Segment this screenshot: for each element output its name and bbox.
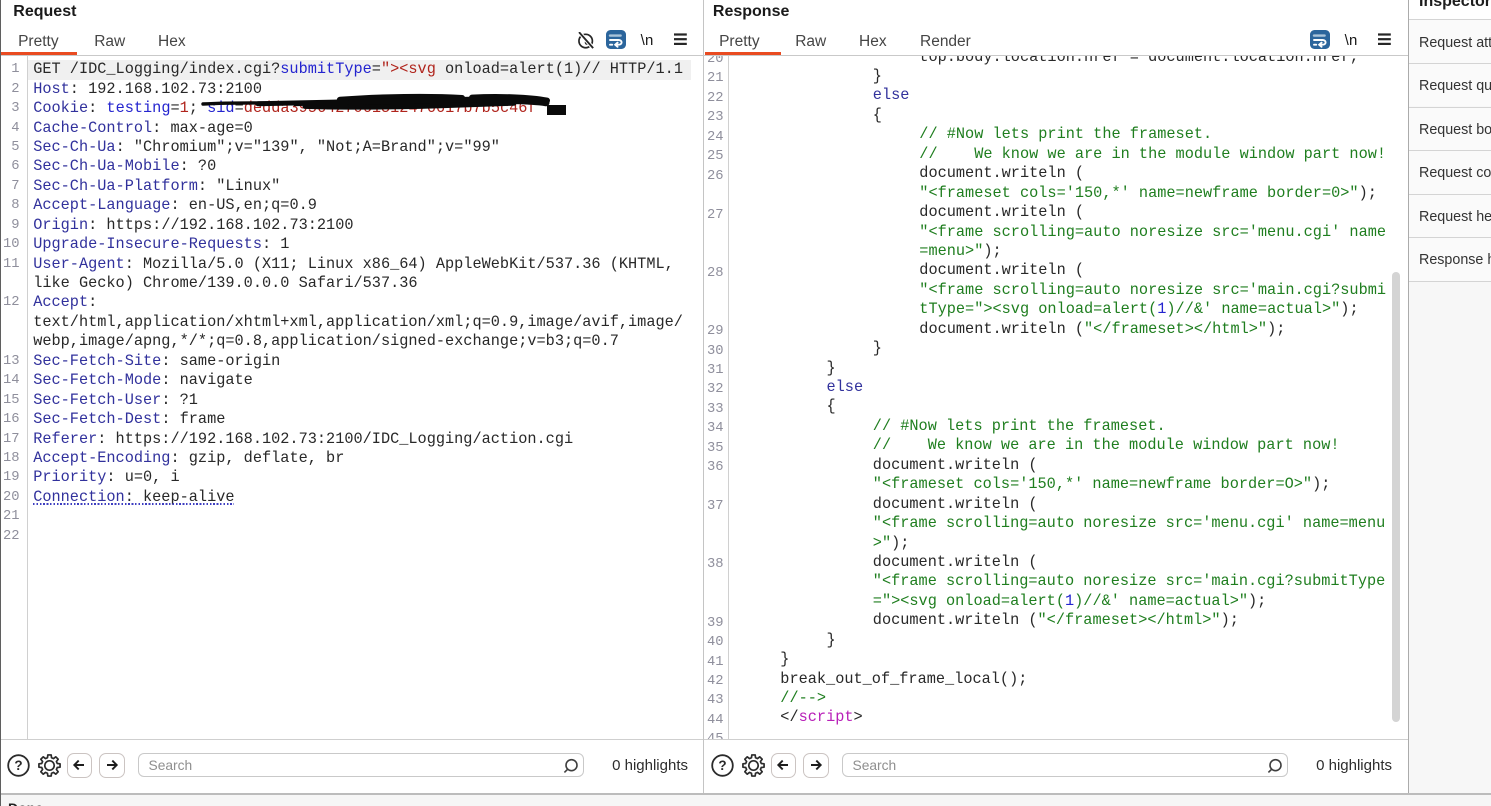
svg-text:?: ? [719,758,727,773]
svg-text:?: ? [15,758,23,773]
